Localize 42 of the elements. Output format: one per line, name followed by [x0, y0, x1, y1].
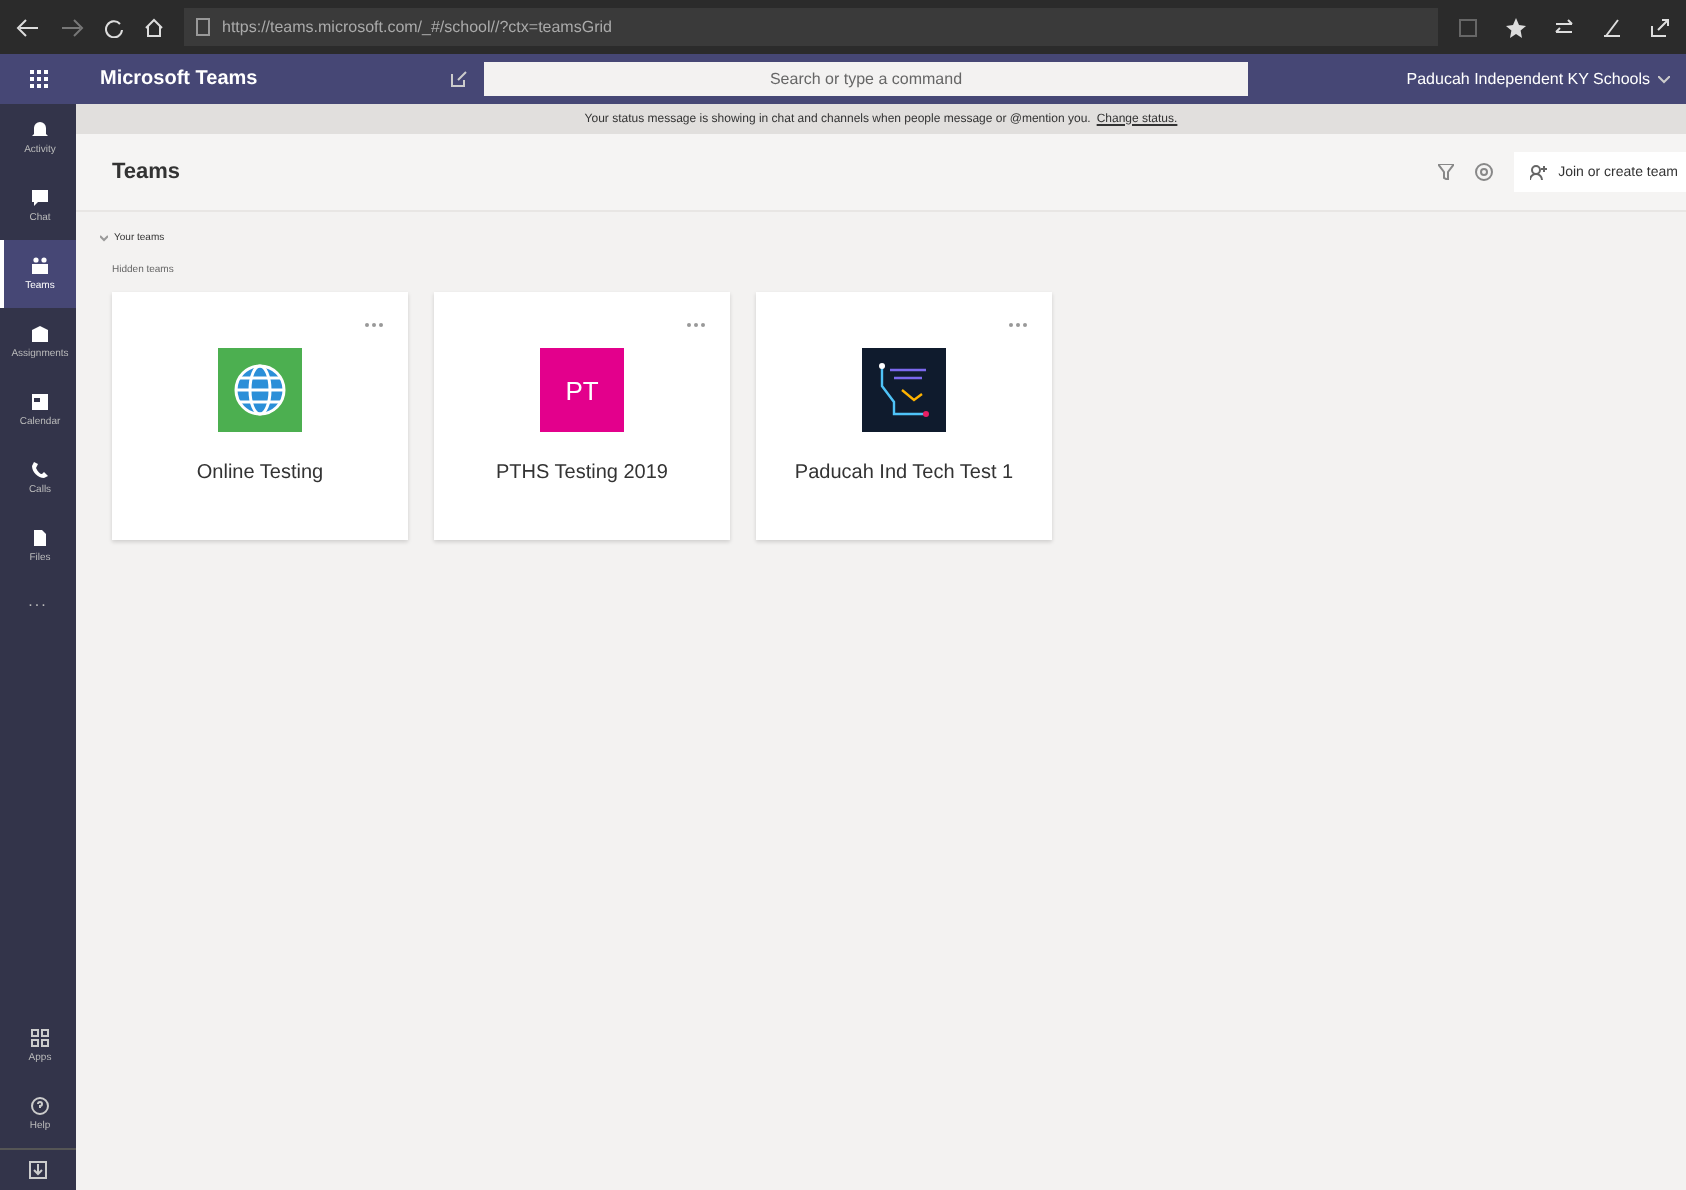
address-bar[interactable]: https://teams.microsoft.com/_#/school//?ctx=teamsGrid [184, 8, 1438, 46]
people-icon [30, 256, 50, 276]
compose-icon[interactable] [450, 70, 468, 88]
filter-icon[interactable] [1438, 164, 1455, 180]
refresh-icon[interactable] [104, 17, 124, 37]
bell-icon [30, 120, 50, 140]
page-icon [196, 18, 210, 36]
download-icon[interactable] [28, 1160, 48, 1180]
grid-icon [30, 1028, 50, 1048]
back-icon[interactable] [16, 17, 40, 37]
phone-icon [30, 460, 50, 480]
app-launcher-icon[interactable] [29, 70, 47, 88]
search-field[interactable]: Search or type a command [484, 62, 1248, 96]
team-avatar: PT [540, 348, 624, 432]
team-card[interactable]: PT PTHS Testing 2019 [434, 292, 730, 540]
more-options-icon[interactable] [686, 322, 706, 328]
chat-bubble-icon [30, 188, 50, 208]
app-title: Microsoft Teams [98, 68, 260, 90]
people-add-icon [1530, 164, 1549, 180]
page-title: Teams [112, 160, 183, 184]
team-name[interactable]: PTHS Testing 2019 [496, 462, 668, 484]
home-icon[interactable] [144, 17, 164, 37]
share-icon[interactable] [1650, 17, 1670, 37]
globe-icon [232, 362, 288, 418]
forward-icon[interactable] [60, 17, 84, 37]
team-card[interactable]: Paducah Ind Tech Test 1 [756, 292, 1052, 540]
calendar-icon [30, 392, 50, 412]
team-name[interactable]: Online Testing [196, 462, 324, 484]
team-card[interactable]: Online Testing [112, 292, 408, 540]
more-options-icon[interactable] [1008, 322, 1028, 328]
star-icon[interactable] [1506, 17, 1526, 37]
more-apps-button[interactable]: ... [0, 580, 76, 622]
organization-menu[interactable]: Paducah Independent KY Schools [1406, 70, 1686, 88]
collapse-icon[interactable] [100, 234, 108, 242]
chevron-down-icon [1658, 75, 1670, 83]
team-name[interactable]: Paducah Ind Tech Test 1 [794, 462, 1014, 484]
circuit-icon [874, 360, 934, 420]
more-options-icon[interactable] [364, 322, 384, 328]
url-text: https://teams.microsoft.com/_#/school//?ctx=teamsGrid [222, 18, 612, 36]
settings-icon[interactable] [1474, 162, 1495, 182]
document-icon [30, 528, 50, 548]
help-icon [30, 1096, 50, 1116]
